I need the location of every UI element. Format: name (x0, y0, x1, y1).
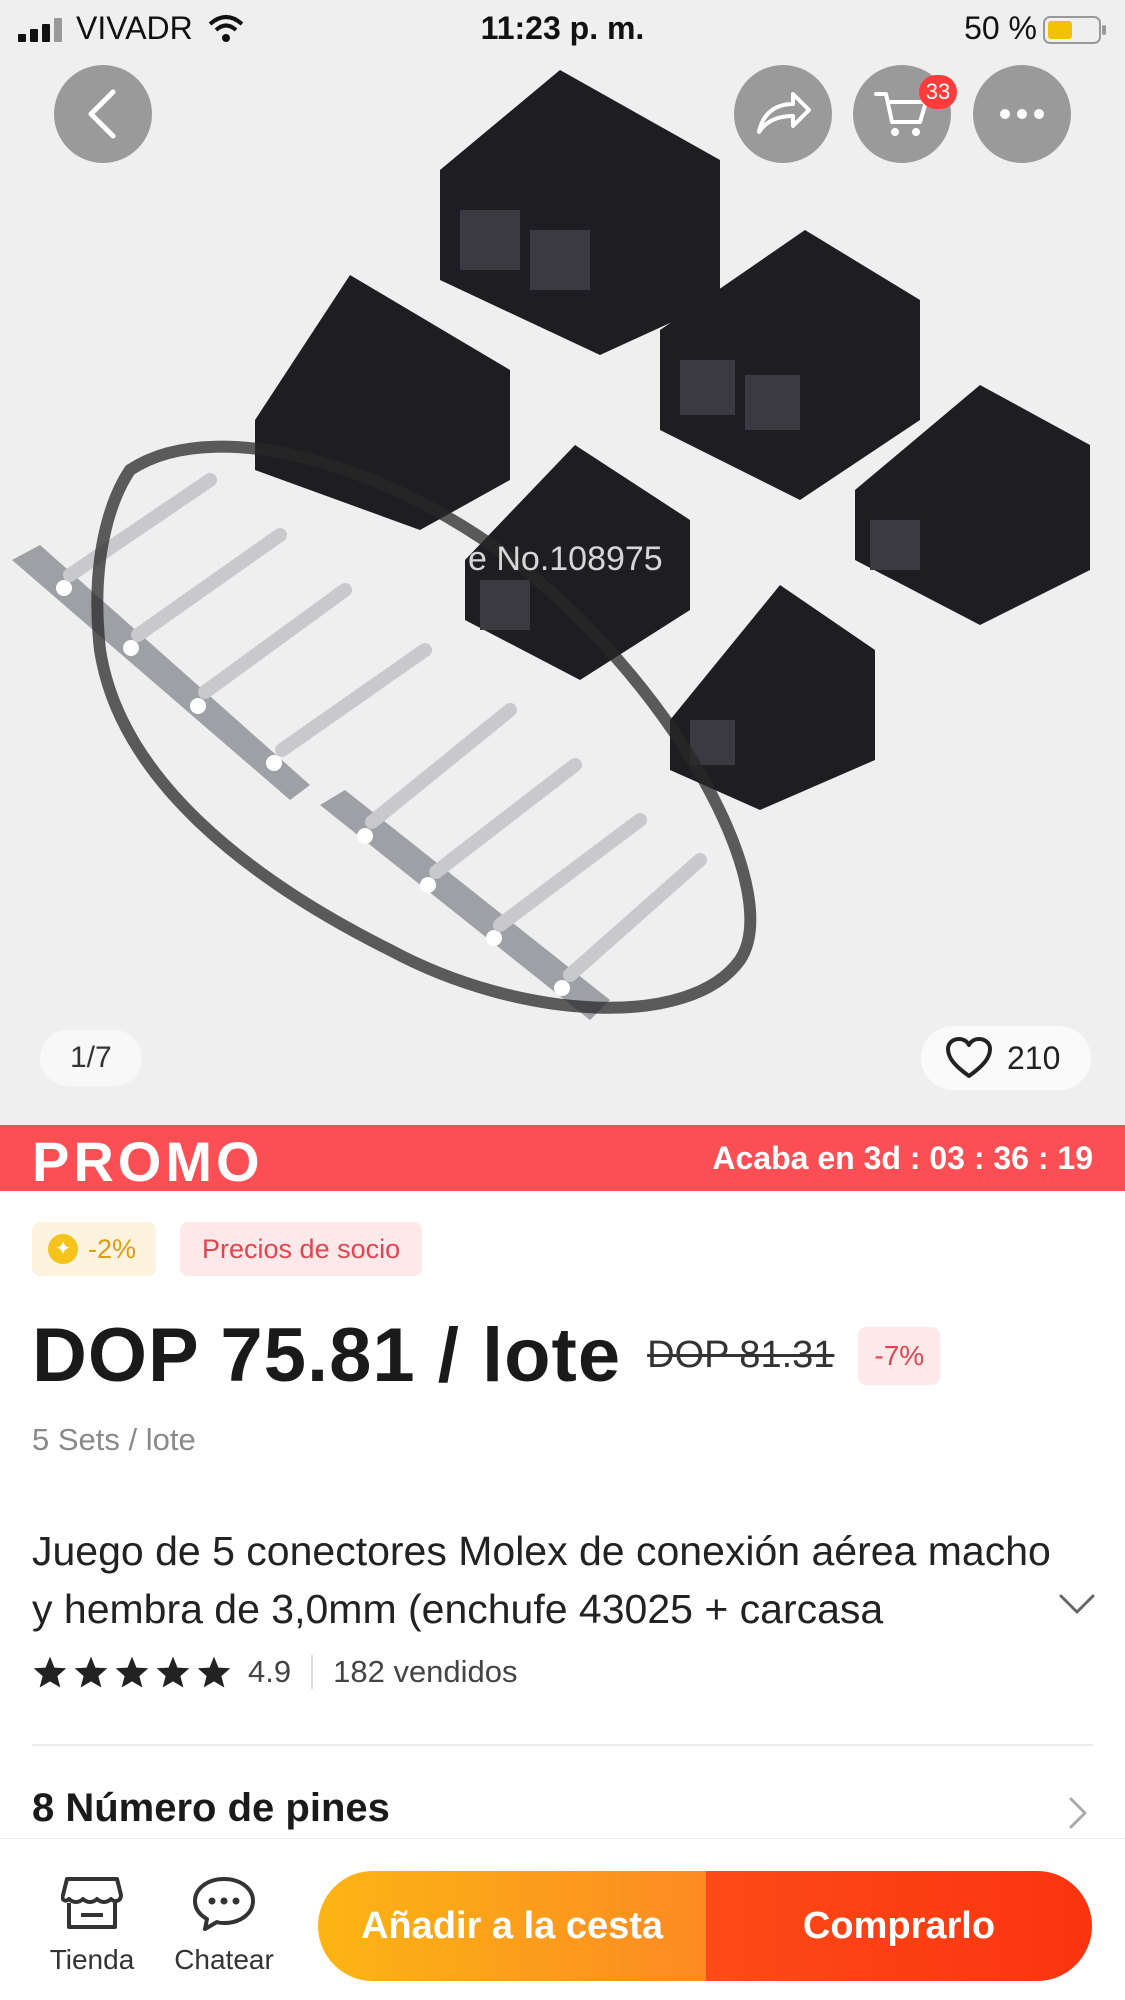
share-button[interactable] (734, 65, 832, 163)
coins-discount-badge[interactable]: ✦ -2% (32, 1222, 157, 1276)
star-icon (197, 1656, 231, 1688)
battery-percent: 50 % (964, 10, 1037, 46)
chat-button[interactable]: Chatear (164, 1875, 284, 1976)
coins-discount-text: -2% (88, 1233, 137, 1264)
status-bar: VIVADR 11:23 p. m. 50 % (0, 0, 1125, 58)
current-price: DOP 75.81 / lote (32, 1313, 622, 1398)
sold-count: 182 vendidos (333, 1654, 518, 1689)
heart-icon (946, 1037, 992, 1078)
image-watermark: e No.108975 (468, 540, 663, 578)
image-counter: 1/7 (40, 1030, 142, 1086)
share-icon (757, 92, 811, 134)
store-icon (60, 1877, 123, 1929)
promo-label: PROMO (32, 1130, 264, 1193)
lot-info: 5 Sets / lote (32, 1422, 196, 1457)
discount-badge: -7% (858, 1326, 941, 1385)
chat-label: Chatear (174, 1944, 274, 1975)
battery-icon (1043, 16, 1106, 44)
price-row: DOP 75.81 / lote DOP 81.31 -7% (32, 1312, 941, 1399)
star-icon (115, 1656, 149, 1688)
rating-value: 4.9 (248, 1654, 292, 1689)
chat-icon (193, 1877, 255, 1931)
badge-row: ✦ -2% Precios de socio (32, 1222, 423, 1276)
section-divider (32, 1744, 1093, 1746)
pins-option-label[interactable]: 8 Número de pines (32, 1786, 390, 1831)
member-prices-badge[interactable]: Precios de socio (180, 1222, 423, 1276)
chevron-down-icon[interactable] (1058, 1592, 1096, 1616)
star-icon (33, 1656, 67, 1688)
store-button[interactable]: Tienda (32, 1875, 152, 1976)
rating-row[interactable]: 4.9 182 vendidos (32, 1654, 518, 1690)
buy-now-button[interactable]: Comprarlo (706, 1871, 1092, 1981)
more-button[interactable] (973, 65, 1071, 163)
promo-banner: PROMO Acaba en 3d : 03 : 36 : 19 (0, 1125, 1125, 1193)
more-icon (1000, 109, 1044, 119)
star-icon (156, 1656, 190, 1688)
product-title[interactable]: Juego de 5 conectores Molex de conexión … (32, 1522, 1052, 1642)
star-icon (74, 1656, 108, 1688)
title-fade (940, 1584, 1060, 1642)
chevron-right-icon[interactable] (1068, 1796, 1088, 1830)
coin-icon: ✦ (48, 1234, 78, 1264)
rating-stars (32, 1655, 232, 1689)
product-image-gallery[interactable]: e No.108975 VIVADR 11:23 p. m. 50 % 33 1… (0, 0, 1125, 1125)
back-button[interactable] (54, 65, 152, 163)
cart-button[interactable]: 33 (853, 65, 957, 163)
back-arrow-icon (88, 89, 116, 139)
rating-separator (311, 1655, 314, 1689)
wishlist-button[interactable]: 210 (921, 1026, 1091, 1090)
store-label: Tienda (49, 1944, 135, 1975)
status-time: 11:23 p. m. (480, 10, 645, 46)
likes-count: 210 (1007, 1039, 1061, 1076)
cart-badge: 33 (919, 75, 957, 109)
promo-countdown: Acaba en 3d : 03 : 36 : 19 (712, 1140, 1093, 1176)
original-price: DOP 81.31 (647, 1334, 835, 1376)
bottom-action-bar: Tienda Chatear Añadir a la cesta Comprar… (0, 1838, 1125, 2000)
add-to-cart-button[interactable]: Añadir a la cesta (318, 1871, 706, 1981)
